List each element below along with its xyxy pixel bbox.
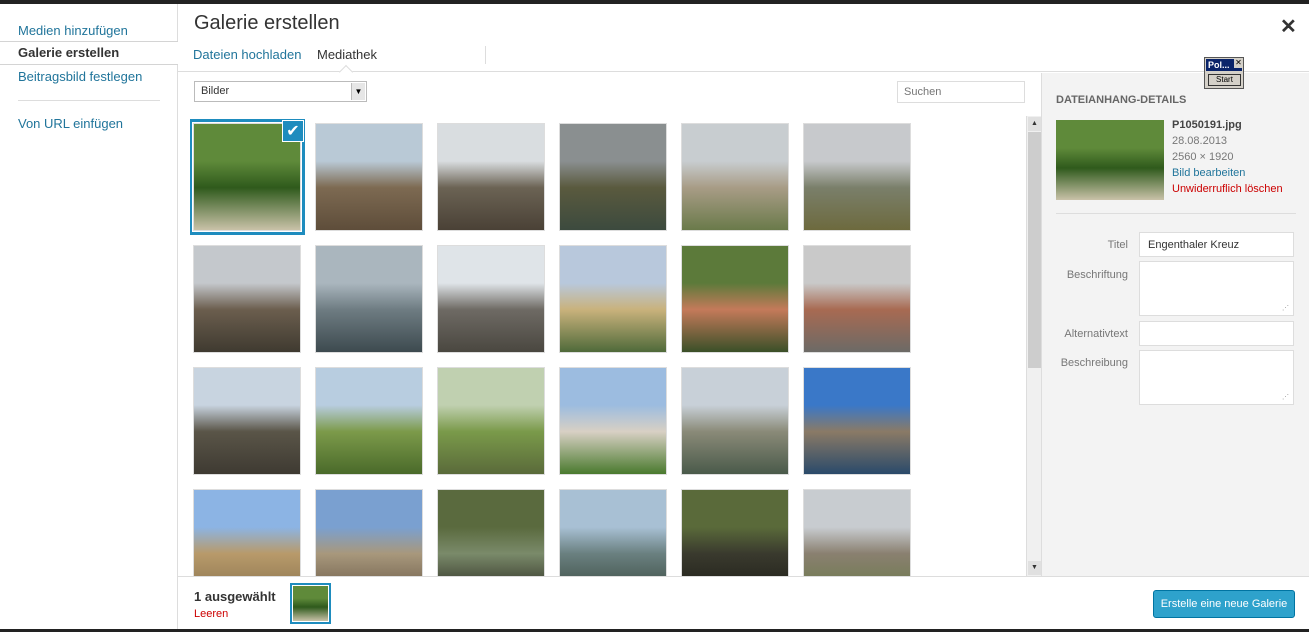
title-label: Titel [1107,239,1128,251]
thumb-field-village[interactable] [315,123,423,231]
thumb-bridge-river[interactable] [559,123,667,231]
selection-count: 1 ausgewählt [194,589,276,604]
scroll-down-icon[interactable]: ▼ [1028,561,1041,575]
thumb-manor-pond[interactable] [681,367,789,475]
selected-thumbnail-image [293,586,328,621]
details-info: P1050191.jpg 28.08.2013 2560 × 1920 Bild… [1172,117,1283,197]
caption-label: Beschriftung [1066,269,1128,281]
resize-handle-icon[interactable]: ⋰ [1282,304,1289,312]
caption-field[interactable]: ⋰ [1139,261,1294,316]
thumb-clock-tower[interactable] [193,367,301,475]
description-field[interactable]: ⋰ [1139,350,1294,405]
thumb-graveyard[interactable] [437,367,545,475]
media-toolbar: 1 ausgewählt Leeren Erstelle eine neue G… [178,576,1309,629]
menu-item-add-media[interactable]: Medien hinzufügen [18,23,128,38]
resize-handle-icon[interactable]: ⋰ [1282,393,1289,401]
description-label: Beschreibung [1060,357,1128,369]
title-field[interactable] [1139,232,1294,257]
selected-thumbnail[interactable] [290,583,331,624]
menu-item-create-gallery[interactable]: Galerie erstellen [0,41,178,65]
thumb-castle-ruin[interactable] [437,123,545,231]
create-gallery-button[interactable]: Erstelle eine neue Galerie [1153,590,1295,618]
thumb-chapel-tower[interactable] [559,245,667,353]
thumb-hills-cloudy[interactable] [803,123,911,231]
tab-separator [485,46,486,64]
thumb-trees-field[interactable] [193,489,301,576]
thumb-castle-lake[interactable] [803,367,911,475]
details-thumbnail [1056,120,1164,200]
menu-separator [18,100,160,101]
window-top-border [0,0,1309,4]
media-type-filter[interactable]: Bilder ▼ [194,81,367,102]
close-icon[interactable]: ✕ [1280,14,1297,39]
thumb-forest-monument[interactable]: ✔ [190,119,305,235]
search-input[interactable] [897,81,1025,103]
menu-item-featured-image[interactable]: Beitragsbild festlegen [18,69,142,84]
alt-text-label: Alternativtext [1064,328,1128,340]
delete-permanently-link[interactable]: Unwiderruflich löschen [1172,181,1283,197]
details-date: 28.08.2013 [1172,135,1228,147]
floating-widget[interactable]: Pol... ✕ Start [1204,57,1244,89]
widget-close-icon[interactable]: ✕ [1234,58,1243,68]
dropdown-arrow-icon: ▼ [351,83,365,100]
widget-start-button[interactable]: Start [1208,74,1241,86]
thumb-distant-hill[interactable] [559,489,667,576]
router-tabs: Dateien hochladen Mediathek [178,40,1309,80]
attachment-details-sidebar: DATEIANHANG-DETAILS P1050191.jpg 28.08.2… [1041,73,1309,576]
thumb-culvert[interactable] [681,489,789,576]
active-tab-caret [338,64,354,80]
frame-title: Galerie erstellen [194,12,340,34]
menu-item-insert-from-url[interactable]: Von URL einfügen [18,116,123,131]
details-filename: P1050191.jpg [1172,119,1242,131]
thumb-tunnel-plaque[interactable] [437,489,545,576]
grid-scrollbar[interactable]: ▲ ▼ [1026,116,1041,576]
details-dimensions: 2560 × 1920 [1172,151,1234,163]
media-menu: Medien hinzufügen Galerie erstellen Beit… [0,4,178,629]
thumb-misty-valley[interactable] [315,245,423,353]
scroll-up-icon[interactable]: ▲ [1028,117,1041,131]
thumb-stone-tower[interactable] [437,245,545,353]
thumb-stone-wall[interactable] [803,489,911,576]
alt-text-field[interactable] [1139,321,1294,346]
tab-upload-files[interactable]: Dateien hochladen [193,47,301,62]
filter-value: Bilder [201,85,230,97]
edit-image-link[interactable]: Bild bearbeiten [1172,165,1283,181]
thumb-town-view[interactable] [193,245,301,353]
check-icon[interactable]: ✔ [282,120,304,142]
thumb-gate-house[interactable] [803,245,911,353]
thumb-small-chapel[interactable] [559,367,667,475]
scroll-thumb[interactable] [1028,132,1041,368]
details-separator [1056,213,1296,214]
thumb-panorama-fields[interactable] [315,367,423,475]
details-heading: DATEIANHANG-DETAILS [1056,94,1187,106]
thumb-grotto-statue[interactable] [681,245,789,353]
attachments-grid: ✔ [190,118,1025,576]
thumb-village-street[interactable] [681,123,789,231]
tab-media-library[interactable]: Mediathek [317,47,377,62]
clear-selection-link[interactable]: Leeren [194,608,228,620]
thumb-castle-walls[interactable] [315,489,423,576]
